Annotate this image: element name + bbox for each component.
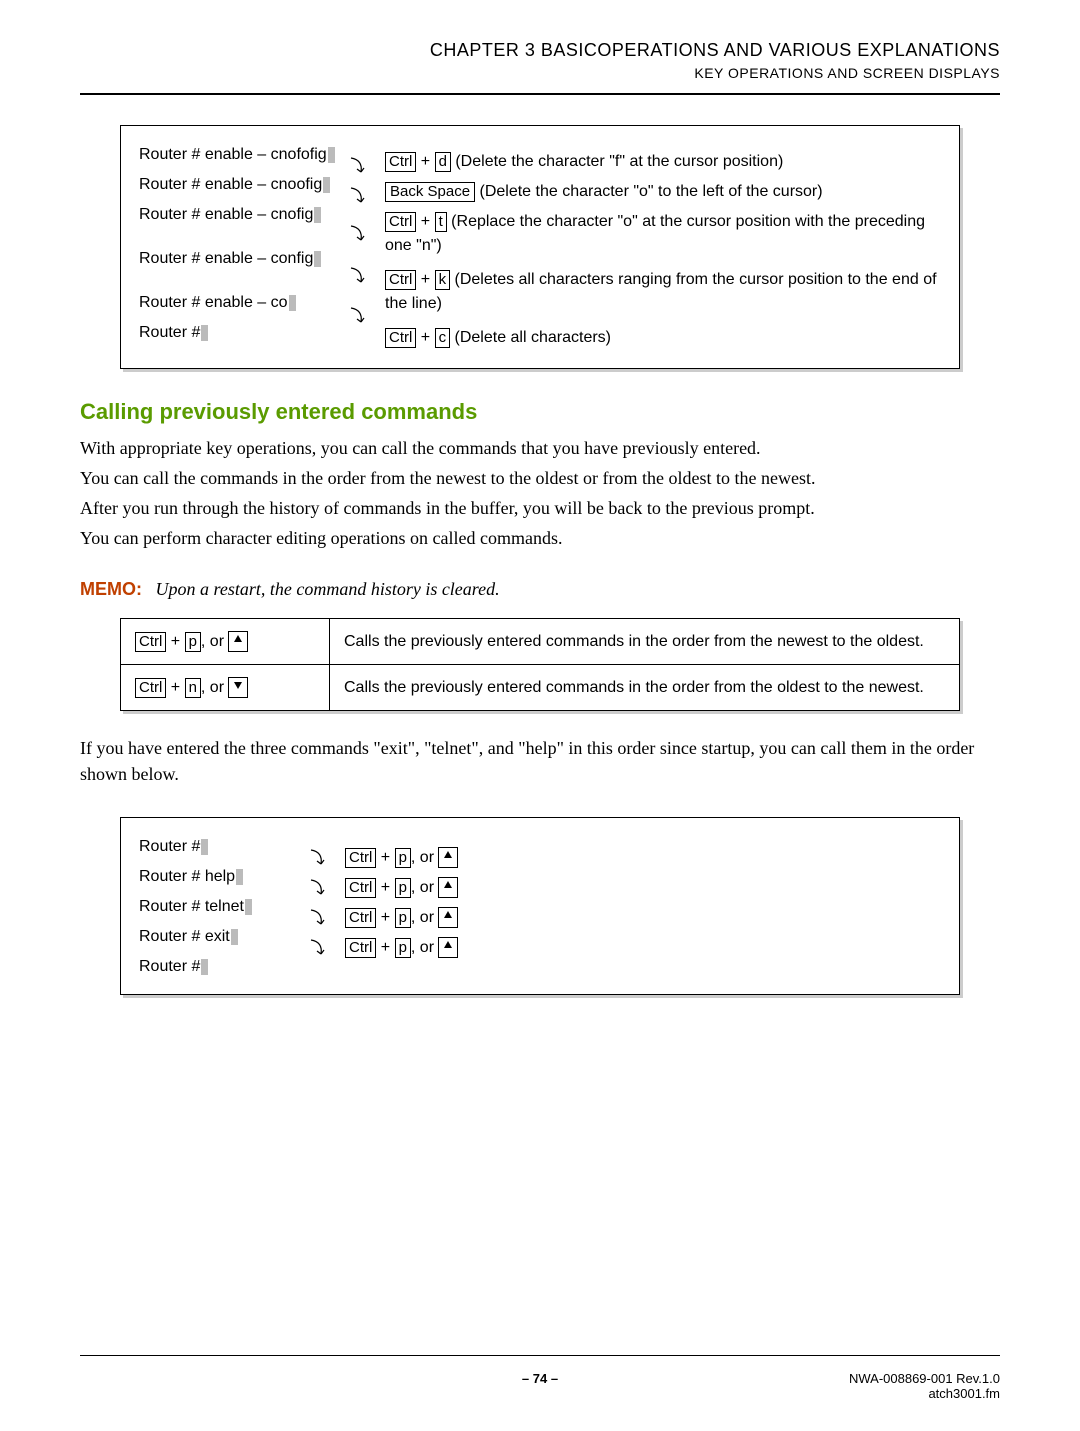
key-description: Ctrl + t (Replace the character "o" at t…: [385, 210, 941, 258]
keycap: Ctrl: [345, 938, 376, 958]
prompt-line: Router #: [139, 832, 299, 862]
table-cell-desc: Calls the previously entered commands in…: [330, 619, 960, 665]
keycap: k: [435, 270, 451, 290]
arrow-key-icon: [438, 907, 458, 928]
body-text: With appropriate key operations, you can…: [80, 435, 1000, 461]
prompt-line: Router # help: [139, 862, 299, 892]
prompt-line: Router #: [139, 952, 299, 982]
keycap: d: [435, 152, 451, 172]
keycap: Ctrl: [345, 848, 376, 868]
memo: MEMO: Upon a restart, the command histor…: [80, 579, 1000, 600]
body-text: If you have entered the three commands "…: [80, 735, 1000, 787]
keycap: Ctrl: [135, 632, 166, 652]
keycap: c: [435, 328, 451, 348]
key-description: Ctrl + p, or: [345, 846, 941, 870]
doc-rev: NWA-008869-001 Rev.1.0: [849, 1371, 1000, 1386]
key-description: Ctrl + p, or: [345, 876, 941, 900]
doc-file: atch3001.fm: [928, 1386, 1000, 1401]
footer-rule: [80, 1355, 1000, 1356]
arrows-column: [307, 832, 337, 964]
key-description: Ctrl + k (Deletes all characters ranging…: [385, 268, 941, 316]
example-panel-2: Router #Router # helpRouter # telnetRout…: [120, 817, 960, 995]
table-row: Ctrl + n, or Calls the previously entere…: [121, 665, 960, 711]
prompt-column: Router #Router # helpRouter # telnetRout…: [139, 832, 299, 982]
memo-label: MEMO:: [80, 579, 142, 599]
keycap: Ctrl: [385, 152, 416, 172]
body-text: You can perform character editing operat…: [80, 525, 1000, 551]
keycap: p: [395, 848, 411, 868]
prompt-line: Router # enable – cnofig: [139, 200, 339, 230]
keycap: Ctrl: [385, 328, 416, 348]
section-title: Calling previously entered commands: [80, 399, 1000, 425]
prompt-line: Router # enable – cnofofig: [139, 140, 339, 170]
key-description: Ctrl + p, or: [345, 906, 941, 930]
keycap: Ctrl: [385, 212, 416, 232]
keycap: Ctrl: [345, 878, 376, 898]
key-description: Ctrl + c (Delete all characters): [385, 326, 941, 350]
keycap: Ctrl: [385, 270, 416, 290]
page-header: CHAPTER 3 BASICOPERATIONS AND VARIOUS EX…: [80, 40, 1000, 93]
prompt-line: Router # exit: [139, 922, 299, 952]
key-description: Back Space (Delete the character "o" to …: [385, 180, 941, 204]
page-footer: – 74 – NWA-008869-001 Rev.1.0 atch3001.f…: [80, 1365, 1000, 1401]
prompt-line: Router # enable – config: [139, 244, 339, 274]
prompt-line: Router # enable – cnoofig: [139, 170, 339, 200]
key-table: Ctrl + p, or Calls the previously entere…: [120, 618, 960, 711]
table-cell-desc: Calls the previously entered commands in…: [330, 665, 960, 711]
memo-text: Upon a restart, the command history is c…: [156, 579, 500, 599]
prompt-line: Router #: [139, 318, 339, 348]
keycap: p: [185, 632, 201, 652]
body-text: After you run through the history of com…: [80, 495, 1000, 521]
arrow-key-icon: [228, 631, 248, 652]
prompt-line: Router # telnet: [139, 892, 299, 922]
subheader: KEY OPERATIONS AND SCREEN DISPLAYS: [80, 65, 1000, 81]
keycap: n: [185, 678, 201, 698]
table-row: Ctrl + p, or Calls the previously entere…: [121, 619, 960, 665]
keycap: Ctrl: [135, 678, 166, 698]
keycap: p: [395, 938, 411, 958]
arrows-column: [347, 140, 377, 332]
prompt-line: Router # enable – co: [139, 288, 339, 318]
description-column: Ctrl + p, or Ctrl + p, or Ctrl + p, or C…: [345, 832, 941, 966]
example-panel-1: Router # enable – cnofofigRouter # enabl…: [120, 125, 960, 369]
arrow-key-icon: [438, 937, 458, 958]
description-column: Ctrl + d (Delete the character "f" at th…: [385, 140, 941, 356]
arrow-key-icon: [438, 877, 458, 898]
keycap: Ctrl: [345, 908, 376, 928]
arrow-key-icon: [228, 677, 248, 698]
key-description: Ctrl + d (Delete the character "f" at th…: [385, 150, 941, 174]
keycap: p: [395, 878, 411, 898]
prompt-column: Router # enable – cnofofigRouter # enabl…: [139, 140, 339, 348]
keycap: p: [395, 908, 411, 928]
chapter-title: CHAPTER 3 BASICOPERATIONS AND VARIOUS EX…: [80, 40, 1000, 61]
header-rule: [80, 93, 1000, 95]
key-description: Ctrl + p, or: [345, 936, 941, 960]
body-text: You can call the commands in the order f…: [80, 465, 1000, 491]
keycap: t: [435, 212, 447, 232]
arrow-key-icon: [438, 847, 458, 868]
keycap: Back Space: [385, 182, 475, 202]
